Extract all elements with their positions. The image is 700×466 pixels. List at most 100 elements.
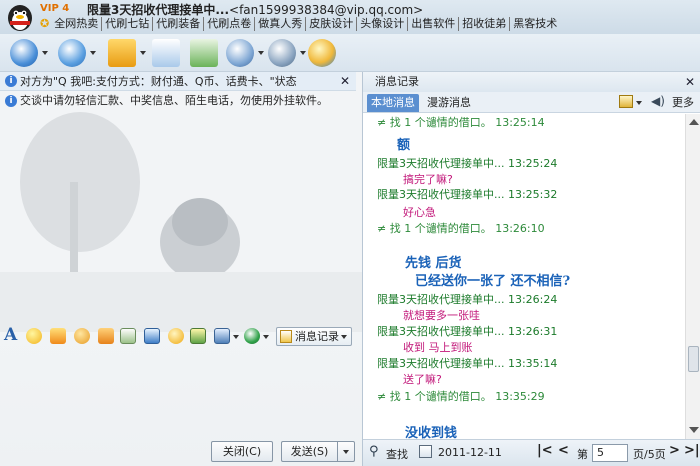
contact-name: 限量3天招收代理接单中... [87,3,230,17]
menu-item[interactable]: 全网热卖 [51,17,103,31]
doodle-icon[interactable] [98,328,114,344]
message-list: ≠ 找 1 个谴情的借口。 13:25:14 额限量3天招收代理接单中... 13… [363,114,685,439]
message-body: 没收到钱 [405,426,458,439]
search-icon[interactable]: ⚲ [369,444,379,459]
scrawl-icon[interactable] [120,328,136,344]
auto-reply-text: 找 1 个谴情的借口。 13:25:14 [389,116,545,129]
image-icon[interactable] [144,328,160,344]
auto-reply-line: ≠ 找 1 个谴情的借口。 13:25:14 [377,114,545,130]
security-notice: i 交谈中请勿轻信汇款、中奖信息、陌生电话，勿使用外挂软件。 [0,92,356,110]
sms-icon[interactable] [190,39,218,67]
music-icon[interactable] [168,328,184,344]
chevron-down-icon[interactable] [636,101,642,105]
chevron-down-icon[interactable] [42,51,48,55]
window-title: 限量3天招收代理接单中...<fan1599938384@vip.qq.com> [87,1,423,18]
menu-item[interactable]: 头像设计 [357,17,409,31]
more-link[interactable]: 更多 [672,94,694,110]
status-text: 对方为"Q 我吧:支付方式：财付通、Q币、话费卡、"状态 [20,75,297,88]
message-header: 限量3天招收代理接单中... 13:25:24 [377,157,558,170]
close-icon[interactable]: ✕ [685,72,695,92]
chevron-down-icon[interactable] [233,335,239,339]
message-body: 送了嘛? [403,373,442,386]
send-button[interactable]: 发送(S) [281,441,337,462]
scroll-down-icon[interactable] [689,427,699,433]
prev-page-icon[interactable]: < [558,443,569,458]
menu-item[interactable]: 代刷七钻 [102,17,154,31]
tab-roaming-messages[interactable]: 漫游消息 [423,94,475,112]
message-body: 搞完了嘛? [403,173,453,186]
magic-emoji-icon[interactable] [50,328,66,344]
message-body: 就想要多一张哇 [403,309,480,322]
menu-item[interactable]: 代刷点卷 [204,17,256,31]
first-page-icon[interactable]: |< [537,443,553,458]
history-title: 消息记录 [375,75,419,88]
gear-icon[interactable] [268,39,296,67]
search-link[interactable]: 查找 [386,446,408,462]
close-icon[interactable]: ✕ [340,72,350,90]
auto-reply-line: ≠ 找 1 个谴情的借口。 13:26:10 [377,220,545,236]
page-total: 页/5页 [633,448,666,461]
tab-local-messages[interactable]: 本地消息 [367,94,419,112]
calendar-icon[interactable] [419,445,432,458]
chevron-down-icon [343,450,349,454]
message-header: 限量3天招收代理接单中... 13:26:24 [377,293,558,306]
group-icon[interactable] [226,39,254,67]
send-bar: 关闭(C) 发送(S) [0,438,362,466]
signature-menu: ✪ 全网热卖 代刷七钻 代刷装备 代刷点卷 做真人秀 皮肤设计 头像设计 出售软… [40,17,560,31]
auto-reply-line: ≠ 找 1 个谴情的借口。 13:35:29 [377,388,545,404]
chevron-down-icon[interactable] [300,51,306,55]
folder-transfer-icon[interactable] [108,39,136,67]
menu-item[interactable]: 黑客技术 [510,17,560,31]
menu-item[interactable]: 皮肤设计 [306,17,358,31]
message-body: 先钱 后货 [405,256,462,271]
vip-badge: VIP 4 [40,3,70,14]
search-s-icon[interactable] [244,328,260,344]
scroll-thumb[interactable] [688,346,699,372]
auto-reply-icon: ≠ [377,222,390,235]
shake-icon[interactable] [74,328,90,344]
font-icon[interactable]: A [4,325,17,345]
gift-icon[interactable] [190,328,206,344]
page-number-input[interactable]: 5 [592,444,628,462]
menu-item[interactable]: 招收徒弟 [459,17,511,31]
info-icon: i [5,95,17,107]
date-field[interactable]: 2011-12-11 [438,446,502,459]
screenshot-icon[interactable] [214,328,230,344]
title-bar: VIP 4 限量3天招收代理接单中...<fan1599938384@vip.q… [0,0,700,34]
message-input[interactable] [0,351,362,437]
auto-reply-icon: ≠ [377,116,390,129]
background-photo [0,72,362,332]
chevron-down-icon[interactable] [90,51,96,55]
menu-item[interactable]: 做真人秀 [255,17,307,31]
message-history-button[interactable]: 消息记录 [276,327,352,346]
menu-item[interactable]: 代刷装备 [153,17,205,31]
history-footer: ⚲ 查找 2011-12-11 |< < 第 5 页/5页 > >| [363,439,700,466]
penguin-avatar-icon[interactable] [4,2,36,32]
speaker-icon[interactable]: ◀) [651,94,665,108]
last-page-icon[interactable]: >| [684,443,700,458]
message-body: 好心急 [403,206,436,219]
message-history-panel: 消息记录 ✕ 本地消息 漫游消息 ◀) 更多 ≠ 找 1 个谴情的借口。 13:… [362,72,700,466]
mail-icon[interactable] [152,39,180,67]
toolbar [0,34,700,72]
microphone-icon[interactable] [58,39,86,67]
auto-reply-text: 找 1 个谴情的借口。 13:35:29 [389,390,545,403]
close-button[interactable]: 关闭(C) [211,441,273,462]
send-options-button[interactable] [337,441,355,462]
message-header: 限量3天招收代理接单中... 13:26:31 [377,325,558,338]
message-body: 额 [397,138,411,153]
emoji-icon[interactable] [26,328,42,344]
next-page-icon[interactable]: > [669,443,680,458]
manager-icon[interactable] [619,95,633,108]
app-launcher-icon[interactable] [308,39,336,67]
menu-item[interactable]: 出售软件 [408,17,460,31]
scrollbar[interactable] [685,114,700,439]
history-tabs: 本地消息 漫游消息 ◀) 更多 [363,92,700,113]
chevron-down-icon[interactable] [263,335,269,339]
history-icon [280,330,292,343]
star-icon: ✪ [40,17,50,30]
video-call-icon[interactable] [10,39,38,67]
chevron-down-icon[interactable] [140,51,146,55]
scroll-up-icon[interactable] [689,119,699,125]
chevron-down-icon[interactable] [258,51,264,55]
